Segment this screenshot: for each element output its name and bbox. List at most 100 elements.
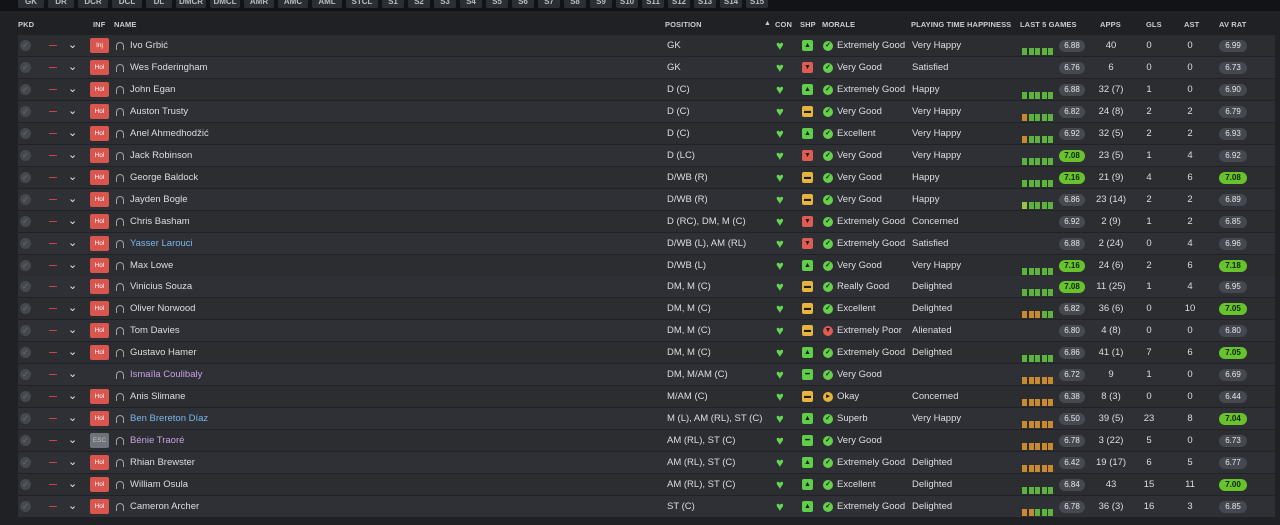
chevron-down-icon[interactable]: ⌄ <box>68 364 77 385</box>
pick-checkbox[interactable] <box>20 430 31 451</box>
info-badge[interactable]: Hol <box>90 301 109 317</box>
player-name[interactable]: Gustavo Hamer <box>130 342 197 363</box>
info-badge[interactable]: Hol <box>90 81 109 97</box>
chevron-down-icon[interactable]: ⌄ <box>68 35 77 56</box>
filter-tab-dl[interactable]: DL <box>146 0 172 8</box>
pick-checkbox[interactable] <box>20 35 31 56</box>
filter-tab-stcl[interactable]: STCL <box>346 0 378 8</box>
pick-checkbox[interactable] <box>20 123 31 144</box>
filter-tab-s14[interactable]: S14 <box>720 0 742 8</box>
filter-tab-gk[interactable]: GK <box>18 0 44 8</box>
col-apps[interactable]: APPS <box>1100 20 1121 29</box>
table-row[interactable]: ⌄ Hol George Baldock D/WB (R) ♥ ▬ ✓ Very Good Ha… <box>18 166 1275 189</box>
player-name[interactable]: George Baldock <box>130 167 198 188</box>
pick-checkbox[interactable] <box>20 57 31 78</box>
info-badge[interactable]: Hol <box>90 235 109 251</box>
filter-tab-dcr[interactable]: DCR <box>78 0 108 8</box>
info-badge[interactable]: Inj <box>90 38 109 53</box>
col-av-rat[interactable]: AV RAT <box>1219 20 1246 29</box>
pick-checkbox[interactable] <box>20 255 31 276</box>
info-badge[interactable] <box>90 367 109 382</box>
pick-checkbox[interactable] <box>20 276 31 297</box>
info-badge[interactable]: Hol <box>90 498 109 514</box>
filter-tab-amc[interactable]: AMC <box>278 0 308 8</box>
col-name[interactable]: NAME <box>114 20 136 29</box>
chevron-down-icon[interactable]: ⌄ <box>68 57 77 78</box>
pick-checkbox[interactable] <box>20 364 31 385</box>
pick-checkbox[interactable] <box>20 101 31 122</box>
table-row[interactable]: ⌄ Hol Anis Slimane M/AM (C) ♥ ▬ ▸ Okay Concerned… <box>18 386 1275 409</box>
info-badge[interactable]: Hol <box>90 169 109 185</box>
filter-tab-dr[interactable]: DR <box>48 0 74 8</box>
info-badge[interactable]: Hol <box>90 59 109 75</box>
chevron-down-icon[interactable]: ⌄ <box>68 276 77 297</box>
filter-tab-dmcr[interactable]: DMCR <box>176 0 206 8</box>
chevron-down-icon[interactable]: ⌄ <box>68 342 77 363</box>
col-inf[interactable]: INF <box>93 20 105 29</box>
filter-tab-s9[interactable]: S9 <box>590 0 612 8</box>
pick-checkbox[interactable] <box>20 189 31 210</box>
info-badge[interactable]: Hol <box>90 411 109 427</box>
filter-tab-s3[interactable]: S3 <box>434 0 456 8</box>
pick-checkbox[interactable] <box>20 452 31 473</box>
filter-tab-s12[interactable]: S12 <box>668 0 690 8</box>
chevron-down-icon[interactable]: ⌄ <box>68 474 77 495</box>
player-name[interactable]: Oliver Norwood <box>130 298 195 319</box>
filter-tab-dcl[interactable]: DCL <box>112 0 142 8</box>
player-name[interactable]: Jayden Bogle <box>130 189 188 210</box>
filter-tab-s7[interactable]: S7 <box>538 0 560 8</box>
info-badge[interactable]: Hol <box>90 455 109 471</box>
pick-checkbox[interactable] <box>20 386 31 407</box>
pick-checkbox[interactable] <box>20 298 31 319</box>
table-row[interactable]: ⌄ Hol Vinicius Souza DM, M (C) ♥ ▬ ✓ Really Goo… <box>18 276 1275 299</box>
chevron-down-icon[interactable]: ⌄ <box>68 101 77 122</box>
info-badge[interactable]: Hol <box>90 389 109 405</box>
info-badge[interactable]: Hol <box>90 279 109 295</box>
filter-tab-s15[interactable]: S15 <box>746 0 768 8</box>
col-gls[interactable]: GLS <box>1146 20 1162 29</box>
table-row[interactable]: ⌄ Hol Jayden Bogle D/WB (R) ♥ ▬ ✓ Very Good Happ… <box>18 188 1275 211</box>
chevron-down-icon[interactable]: ⌄ <box>68 123 77 144</box>
filter-tab-s6[interactable]: S6 <box>512 0 534 8</box>
table-row[interactable]: ⌄ Hol Rhian Brewster AM (RL), ST (C) ♥ ▲ ✓ Extr… <box>18 452 1275 475</box>
player-name[interactable]: Cameron Archer <box>130 496 199 517</box>
chevron-down-icon[interactable]: ⌄ <box>68 79 77 100</box>
player-name[interactable]: Bénie Traoré <box>130 430 184 451</box>
table-row[interactable]: ⌄ Hol Jack Robinson D (LC) ♥ ▼ ✓ Very Good Very … <box>18 144 1275 167</box>
chevron-down-icon[interactable]: ⌄ <box>68 386 77 407</box>
player-name[interactable]: Ben Brereton Díaz <box>130 408 208 429</box>
col-playing-time[interactable]: PLAYING TIME HAPPINESS <box>911 20 1011 29</box>
player-name[interactable]: John Egan <box>130 79 175 100</box>
filter-tab-s8[interactable]: S8 <box>564 0 586 8</box>
filter-tab-s5[interactable]: S5 <box>486 0 508 8</box>
filter-tab-s4[interactable]: S4 <box>460 0 482 8</box>
filter-tab-s11[interactable]: S11 <box>642 0 664 8</box>
filter-tab-amr[interactable]: AMR <box>244 0 274 8</box>
table-row[interactable]: ⌄ Hol Gustavo Hamer DM, M (C) ♥ ▲ ✓ Extremely G… <box>18 342 1275 365</box>
chevron-down-icon[interactable]: ⌄ <box>68 233 77 254</box>
col-con[interactable]: CON <box>775 20 792 29</box>
pick-checkbox[interactable] <box>20 474 31 495</box>
pick-checkbox[interactable] <box>20 167 31 188</box>
col-pkd[interactable]: PKD <box>18 20 34 29</box>
player-name[interactable]: Ismaïla Coulibaly <box>130 364 202 385</box>
chevron-down-icon[interactable]: ⌄ <box>68 167 77 188</box>
table-row[interactable]: ⌄ Hol Chris Basham D (RC), DM, M (C) ♥ ▼ ✓ Extr… <box>18 210 1275 233</box>
table-row[interactable]: ⌄ Hol Wes Foderingham GK ♥ ▼ ✓ Very Good Satisfi… <box>18 56 1275 79</box>
pick-checkbox[interactable] <box>20 211 31 232</box>
chevron-down-icon[interactable]: ⌄ <box>68 298 77 319</box>
player-name[interactable]: Chris Basham <box>130 211 190 232</box>
pick-checkbox[interactable] <box>20 145 31 166</box>
pick-checkbox[interactable] <box>20 320 31 341</box>
info-badge[interactable]: Hol <box>90 103 109 119</box>
table-row[interactable]: ⌄ ESC Bénie Traoré AM (RL), ST (C) ♥ ━ ✓ Very G… <box>18 430 1275 453</box>
table-row[interactable]: ⌄ Hol Ben Brereton Díaz M (L), AM (RL), ST … <box>18 408 1275 431</box>
filter-tab-s2[interactable]: S2 <box>408 0 430 8</box>
player-name[interactable]: William Osula <box>130 474 188 495</box>
chevron-down-icon[interactable]: ⌄ <box>68 320 77 341</box>
info-badge[interactable]: Hol <box>90 323 109 339</box>
filter-tab-aml[interactable]: AML <box>312 0 342 8</box>
table-row[interactable]: ⌄ Hol John Egan D (C) ♥ ▲ ✓ Extremely Good Happy… <box>18 78 1275 101</box>
table-row[interactable]: ⌄ Inj Ivo Grbić GK ♥ ▲ ✓ Extremely Good Very Hap… <box>18 35 1275 57</box>
player-name[interactable]: Anis Slimane <box>130 386 185 407</box>
